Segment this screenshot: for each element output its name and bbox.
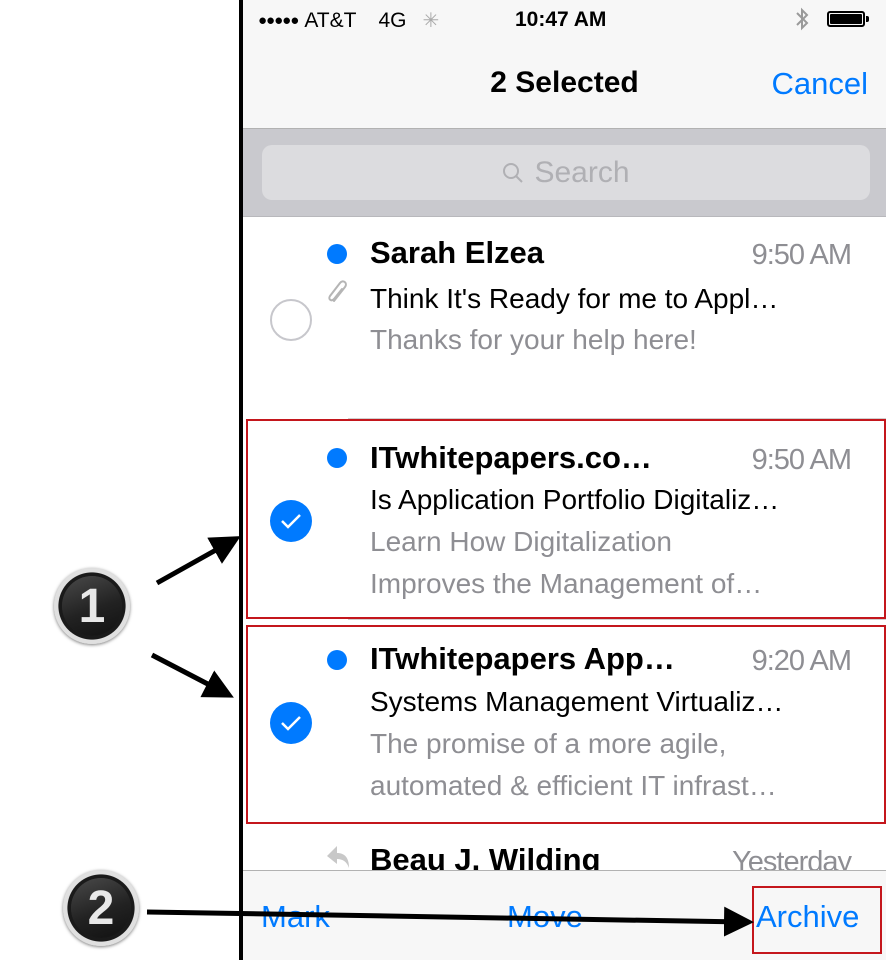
select-checkbox[interactable]: [270, 299, 312, 341]
message-row[interactable]: Sarah Elzea 9:50 AM Think It's Ready for…: [243, 217, 886, 419]
unread-indicator-icon: [327, 650, 347, 670]
row-separator: [348, 822, 886, 823]
row-separator: [348, 619, 886, 620]
checkmark-icon: [281, 716, 301, 731]
archive-button[interactable]: Archive: [756, 899, 859, 935]
select-checkbox-checked[interactable]: [270, 702, 312, 744]
row-separator: [348, 418, 886, 419]
message-subject: Systems Management Virtualiz…: [370, 686, 784, 717]
message-subject: Think It's Ready for me to Appl…: [370, 283, 779, 314]
network-type: 4G: [378, 8, 407, 32]
message-row[interactable]: ITwhitepapers.co… 9:50 AM Is Application…: [243, 420, 886, 620]
search-placeholder: Search: [534, 155, 630, 189]
message-sender: ITwhitepapers.co…: [370, 440, 652, 475]
move-button[interactable]: Move: [507, 899, 583, 935]
message-time: 9:50 AM: [751, 239, 852, 271]
signal-strength-icon: ●●●●●: [258, 12, 299, 29]
message-preview: The promise of a more agile,: [370, 728, 727, 759]
select-checkbox-checked[interactable]: [270, 500, 312, 542]
search-icon: [503, 162, 524, 183]
message-sender: Sarah Elzea: [370, 235, 545, 270]
loading-spinner-icon: ✳: [422, 10, 440, 32]
replied-icon: [327, 846, 349, 868]
message-time: 9:50 AM: [751, 444, 852, 476]
message-preview: automated & efficient IT infrast…: [370, 770, 777, 801]
message-row[interactable]: ITwhitepapers App… 9:20 AM Systems Manag…: [243, 621, 886, 823]
arrow-to-message-3: [150, 652, 234, 698]
nav-bar: 2 Selected Cancel: [243, 42, 886, 129]
arrow-to-message-2: [155, 536, 241, 586]
message-sender: ITwhitepapers App…: [370, 641, 675, 676]
message-subject: Is Application Portfolio Digitaliz…: [370, 484, 780, 515]
attachment-icon: [328, 280, 347, 302]
status-bar: ●●●●● AT&T 4G ✳ 10:47 AM: [243, 0, 886, 42]
checkmark-icon: [281, 514, 301, 529]
message-preview: Thanks for your help here!: [370, 324, 697, 355]
step-2-badge: 2: [63, 870, 139, 946]
unread-indicator-icon: [327, 244, 347, 264]
message-preview: Improves the Management of…: [370, 568, 763, 599]
battery-tip: [866, 16, 869, 22]
unread-indicator-icon: [327, 448, 347, 468]
status-time: 10:47 AM: [515, 8, 607, 31]
search-input[interactable]: Search: [262, 145, 870, 200]
battery-icon: [827, 11, 865, 27]
message-time: 9:20 AM: [751, 645, 852, 677]
message-preview: Learn How Digitalization: [370, 526, 672, 557]
bottom-toolbar: Mark Move Archive: [243, 870, 886, 960]
search-bar: Search: [243, 129, 886, 217]
cancel-button[interactable]: Cancel: [772, 66, 869, 102]
step-1-badge: 1: [54, 568, 130, 644]
iphone-mail-screen: ●●●●● AT&T 4G ✳ 10:47 AM 2 Selected Canc…: [243, 0, 886, 960]
bluetooth-icon: [795, 6, 809, 38]
carrier-name: AT&T: [304, 8, 357, 32]
mark-button[interactable]: Mark: [261, 899, 330, 935]
